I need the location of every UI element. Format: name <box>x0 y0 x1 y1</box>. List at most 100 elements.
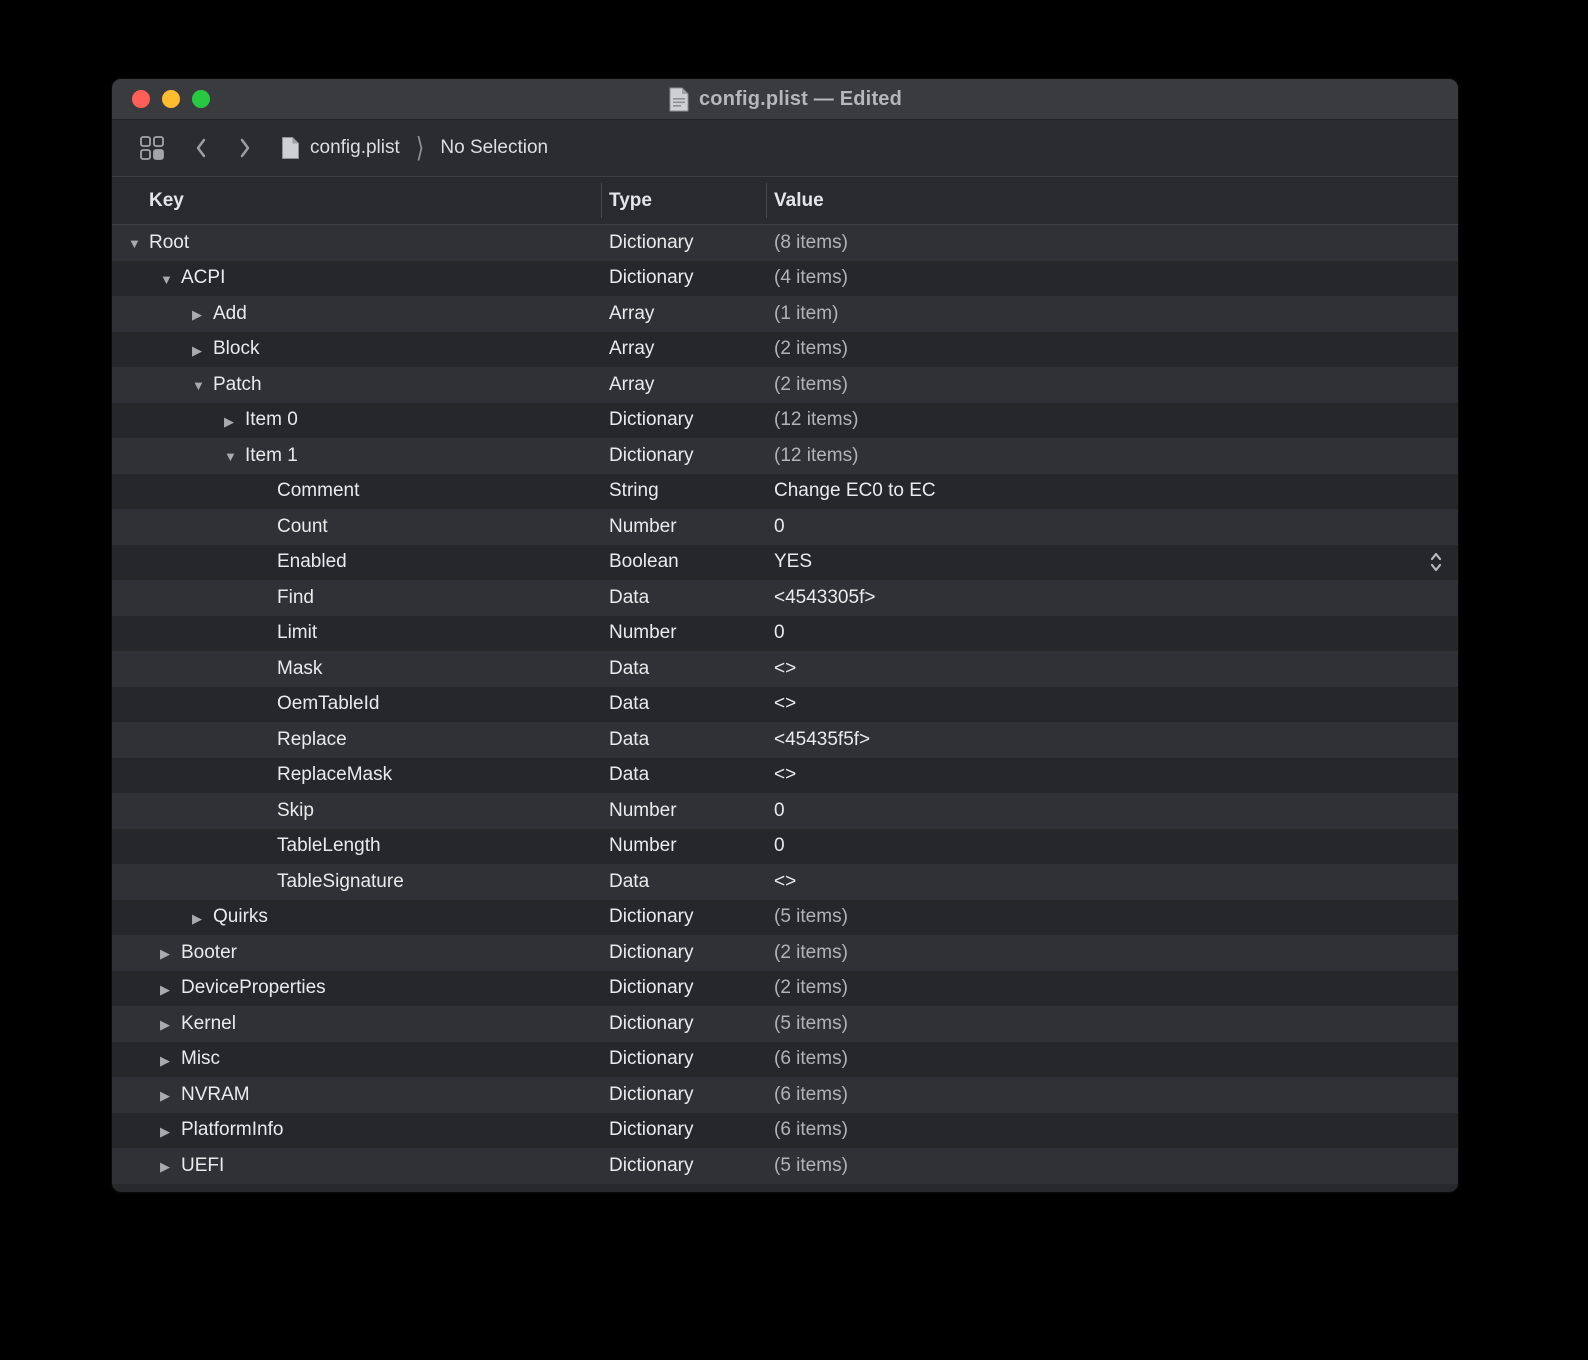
column-header-value: Value <box>766 190 1458 212</box>
disclosure-triangle-expanded-icon[interactable]: ▼ <box>160 273 181 286</box>
related-items-grid-icon[interactable] <box>139 135 165 161</box>
column-divider[interactable] <box>601 183 602 218</box>
column-header-type: Type <box>601 190 766 212</box>
back-button[interactable] <box>193 136 209 160</box>
boolean-stepper[interactable] <box>1428 550 1444 574</box>
table-row[interactable]: ▶PlatformInfoDictionary(6 items) <box>112 1113 1458 1149</box>
title-bar[interactable]: config.plist — Edited <box>112 79 1458 120</box>
row-type-label: Number <box>601 835 766 857</box>
row-value-label: (6 items) <box>766 1119 1458 1141</box>
table-row[interactable]: ▶QuirksDictionary(5 items) <box>112 900 1458 936</box>
table-row[interactable]: TableLength Number0 <box>112 829 1458 865</box>
row-value-label: (5 items) <box>766 1013 1458 1035</box>
row-type-label: Array <box>601 303 766 325</box>
table-row[interactable]: ReplaceData<45435f5f> <box>112 722 1458 758</box>
row-type-label: Data <box>601 658 766 680</box>
table-row[interactable]: SkipNumber0 <box>112 793 1458 829</box>
row-key-label: Booter <box>181 942 237 964</box>
table-row[interactable]: ▶Item 0Dictionary(12 items) <box>112 403 1458 439</box>
key-cell: ▶NVRAM <box>112 1084 601 1106</box>
table-row[interactable]: ▶MiscDictionary(6 items) <box>112 1042 1458 1078</box>
key-cell: OemTableId <box>112 693 601 715</box>
table-row[interactable]: MaskData<> <box>112 651 1458 687</box>
table-row[interactable]: ▶BooterDictionary(2 items) <box>112 935 1458 971</box>
disclosure-triangle-expanded-icon[interactable]: ▼ <box>224 450 245 463</box>
table-row[interactable]: ▼RootDictionary(8 items) <box>112 225 1458 261</box>
row-key-label: Patch <box>213 374 262 396</box>
key-cell: ▼Item 1 <box>112 445 601 467</box>
row-type-label: Array <box>601 374 766 396</box>
table-row[interactable]: ▶UEFIDictionary(5 items) <box>112 1148 1458 1184</box>
row-value-label: 0 <box>766 516 1458 538</box>
table-row[interactable]: ▼Patch Array(2 items) <box>112 367 1458 403</box>
disclosure-triangle-collapsed-icon[interactable]: ▶ <box>160 947 181 960</box>
table-row[interactable]: ReplaceMaskData<> <box>112 758 1458 794</box>
breadcrumb-selection-label[interactable]: No Selection <box>440 137 548 159</box>
column-divider[interactable] <box>766 183 767 218</box>
zoom-button[interactable] <box>192 90 210 108</box>
key-cell: ▶Quirks <box>112 906 601 928</box>
table-row[interactable]: ▶NVRAMDictionary(6 items) <box>112 1077 1458 1113</box>
row-type-label: Data <box>601 764 766 786</box>
row-value-label: (12 items) <box>766 409 1458 431</box>
row-type-label: Dictionary <box>601 409 766 431</box>
row-type-label: Dictionary <box>601 977 766 999</box>
row-value-label: (5 items) <box>766 1155 1458 1177</box>
row-value-label: YES <box>766 551 1458 573</box>
plist-document-icon <box>281 136 300 160</box>
window-title: config.plist — Edited <box>699 88 902 111</box>
key-cell: ▶Booter <box>112 942 601 964</box>
row-value-label: <> <box>766 871 1458 893</box>
disclosure-triangle-collapsed-icon[interactable]: ▶ <box>160 1018 181 1031</box>
table-row[interactable]: TableSignatureData<> <box>112 864 1458 900</box>
key-cell: ▶Item 0 <box>112 409 601 431</box>
table-row[interactable]: OemTableIdData<> <box>112 687 1458 723</box>
disclosure-triangle-collapsed-icon[interactable]: ▶ <box>160 983 181 996</box>
key-cell: ▼Root <box>112 232 601 254</box>
row-key-label: Find <box>277 587 314 609</box>
disclosure-triangle-collapsed-icon[interactable]: ▶ <box>160 1160 181 1173</box>
row-type-label: Number <box>601 622 766 644</box>
table-row[interactable]: ▶KernelDictionary(5 items) <box>112 1006 1458 1042</box>
table-row[interactable]: ▼Item 1Dictionary(12 items) <box>112 438 1458 474</box>
row-type-label: Boolean <box>601 551 766 573</box>
row-type-label: Dictionary <box>601 906 766 928</box>
table-row[interactable]: Enabled BooleanYES <box>112 545 1458 581</box>
row-type-label: Number <box>601 516 766 538</box>
row-type-label: Dictionary <box>601 1084 766 1106</box>
disclosure-triangle-collapsed-icon[interactable]: ▶ <box>192 344 213 357</box>
disclosure-triangle-collapsed-icon[interactable]: ▶ <box>160 1054 181 1067</box>
disclosure-triangle-collapsed-icon[interactable]: ▶ <box>192 308 213 321</box>
row-value-label: (2 items) <box>766 374 1458 396</box>
row-type-label: Data <box>601 729 766 751</box>
disclosure-triangle-collapsed-icon[interactable]: ▶ <box>160 1125 181 1138</box>
row-key-label: TableLength <box>277 835 381 857</box>
row-value-label: (2 items) <box>766 977 1458 999</box>
minimize-button[interactable] <box>162 90 180 108</box>
row-key-label: Enabled <box>277 551 347 573</box>
table-row[interactable]: CommentStringChange EC0 to EC <box>112 474 1458 510</box>
table-row[interactable]: FindData<4543305f> <box>112 580 1458 616</box>
disclosure-triangle-expanded-icon[interactable]: ▼ <box>128 237 149 250</box>
table-row[interactable]: ▶DevicePropertiesDictionary(2 items) <box>112 971 1458 1007</box>
row-value-label: Change EC0 to EC <box>766 480 1458 502</box>
table-row[interactable]: ▶BlockArray(2 items) <box>112 332 1458 368</box>
table-row[interactable]: ▶AddArray(1 item) <box>112 296 1458 332</box>
forward-button[interactable] <box>237 136 253 160</box>
row-value-label: 0 <box>766 622 1458 644</box>
disclosure-triangle-expanded-icon[interactable]: ▼ <box>192 379 213 392</box>
row-key-label: ReplaceMask <box>277 764 392 786</box>
disclosure-triangle-collapsed-icon[interactable]: ▶ <box>192 912 213 925</box>
table-row[interactable]: ▼ACPIDictionary(4 items) <box>112 261 1458 297</box>
close-button[interactable] <box>132 90 150 108</box>
row-value-label: 0 <box>766 835 1458 857</box>
key-cell: ReplaceMask <box>112 764 601 786</box>
breadcrumb-item-file[interactable]: config.plist <box>281 136 400 160</box>
disclosure-triangle-collapsed-icon[interactable]: ▶ <box>224 415 245 428</box>
table-row[interactable]: CountNumber0 <box>112 509 1458 545</box>
row-key-label: Replace <box>277 729 347 751</box>
disclosure-triangle-collapsed-icon[interactable]: ▶ <box>160 1089 181 1102</box>
table-row[interactable]: LimitNumber0 <box>112 616 1458 652</box>
traffic-lights <box>132 90 210 108</box>
key-cell: ▶Block <box>112 338 601 360</box>
